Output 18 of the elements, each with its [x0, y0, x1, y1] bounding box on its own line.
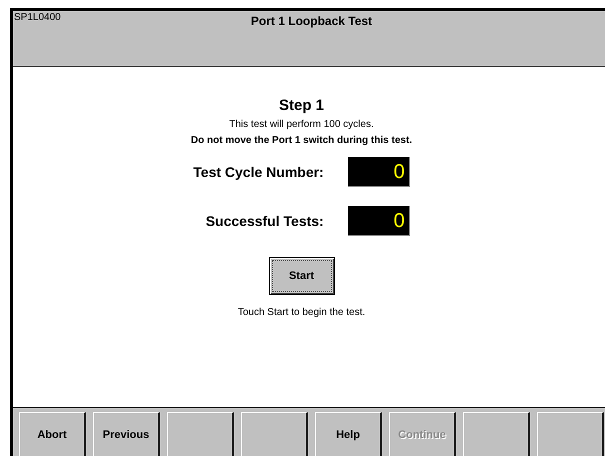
- start-button[interactable]: Start: [268, 257, 334, 295]
- warning-text: Do not move the Port 1 switch during this test.: [190, 134, 412, 147]
- hint-text: Touch Start to begin the test.: [238, 306, 366, 319]
- blank-key[interactable]: [537, 412, 604, 456]
- info-text: This test will perform 100 cycles.: [229, 118, 374, 131]
- screen-id: SP1L0400: [14, 12, 61, 24]
- blank-key[interactable]: [167, 412, 234, 456]
- function-key[interactable]: Help: [315, 412, 382, 456]
- window-title: Port 1 Loopback Test: [250, 14, 372, 28]
- counter-display: 0: [348, 206, 410, 236]
- function-key[interactable]: Previous: [93, 412, 160, 456]
- step-heading: Step 1: [278, 97, 324, 115]
- blank-key[interactable]: [241, 412, 308, 456]
- function-key[interactable]: Abort: [19, 412, 86, 456]
- counter-label: Successful Tests:: [206, 212, 324, 230]
- counter-display: 0: [348, 157, 410, 187]
- counter-label: Test Cycle Number:: [193, 163, 324, 181]
- blank-key[interactable]: [463, 412, 530, 456]
